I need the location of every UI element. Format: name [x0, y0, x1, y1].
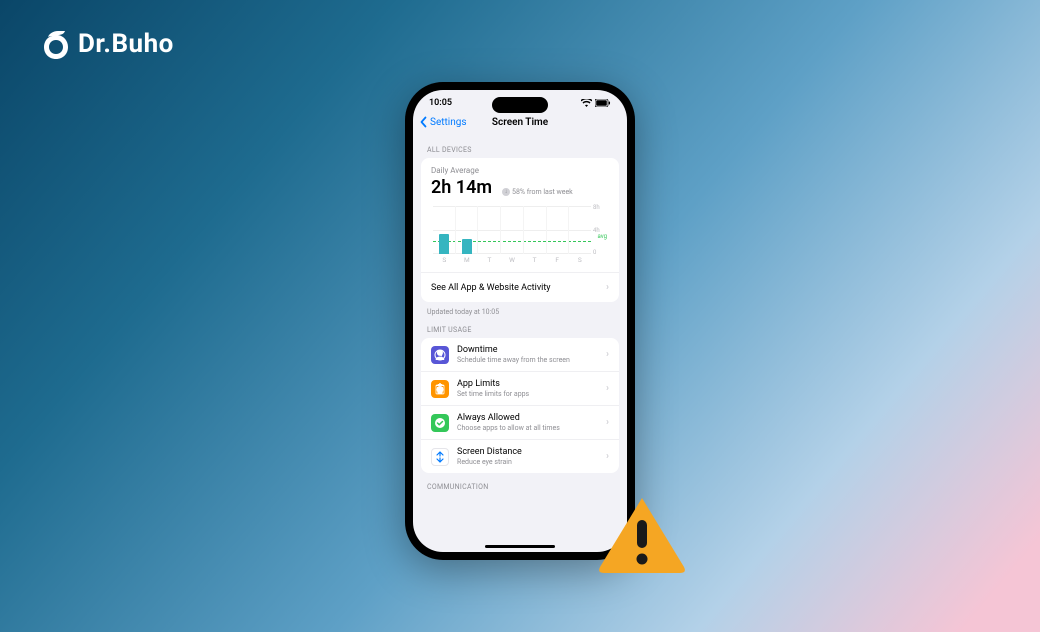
back-button[interactable]: Settings: [419, 116, 467, 128]
chart-bar: [569, 206, 591, 254]
daily-average-delta: ↓ 58% from last week: [502, 188, 573, 196]
limit-row-downtime[interactable]: DowntimeSchedule time away from the scre…: [421, 338, 619, 372]
wifi-icon: [581, 99, 592, 107]
updated-label: Updated today at 10:05: [421, 302, 619, 316]
chevron-right-icon: ›: [606, 349, 609, 360]
limit-row-applimits[interactable]: App LimitsSet time limits for apps ›: [421, 372, 619, 406]
daily-average-label: Daily Average: [431, 166, 609, 175]
always-icon: [431, 414, 449, 432]
phone-frame: 10:05 Settings Screen Time ALL DEVICES D…: [405, 82, 635, 560]
limit-usage-list: DowntimeSchedule time away from the scre…: [421, 338, 619, 473]
chevron-right-icon: ›: [606, 451, 609, 462]
row-title: App Limits: [457, 379, 598, 389]
section-limit-usage: LIMIT USAGE: [421, 316, 619, 338]
row-title: Downtime: [457, 345, 598, 355]
section-communication: COMMUNICATION: [421, 473, 619, 495]
chevron-right-icon: ›: [606, 383, 609, 394]
chevron-left-icon: [419, 116, 429, 128]
limit-row-always[interactable]: Always AllowedChoose apps to allow at al…: [421, 406, 619, 440]
applimits-icon: [431, 380, 449, 398]
down-arrow-icon: ↓: [502, 188, 510, 196]
avg-label: avg: [598, 233, 607, 240]
usage-chart: 8h 4h 0 avg SMTWTFS: [433, 206, 607, 268]
daily-average-card[interactable]: Daily Average 2h 14m ↓ 58% from last wee…: [421, 158, 619, 302]
back-label: Settings: [430, 117, 467, 128]
see-all-activity[interactable]: See All App & Website Activity ›: [421, 272, 619, 302]
chart-bar: [456, 206, 479, 254]
chart-bar: [433, 206, 456, 254]
chevron-right-icon: ›: [606, 417, 609, 428]
row-title: Screen Distance: [457, 447, 598, 457]
row-subtitle: Set time limits for apps: [457, 390, 598, 398]
chevron-right-icon: ›: [606, 282, 609, 293]
row-subtitle: Choose apps to allow at all times: [457, 424, 598, 432]
status-time: 10:05: [429, 98, 452, 108]
nav-header: Settings Screen Time: [413, 110, 627, 136]
owl-icon: [40, 28, 72, 60]
warning-icon: [597, 495, 687, 575]
row-subtitle: Reduce eye strain: [457, 458, 598, 466]
downtime-icon: [431, 346, 449, 364]
row-subtitle: Schedule time away from the screen: [457, 356, 598, 364]
dynamic-island: [492, 97, 548, 113]
chart-bar: [478, 206, 501, 254]
distance-icon: [431, 448, 449, 466]
chart-bar: [547, 206, 570, 254]
brand-logo: Dr.Buho: [40, 28, 174, 60]
page-title: Screen Time: [492, 117, 548, 128]
chart-bar: [501, 206, 524, 254]
brand-text: Dr.Buho: [78, 29, 174, 59]
section-all-devices: ALL DEVICES: [421, 136, 619, 158]
phone-screen: 10:05 Settings Screen Time ALL DEVICES D…: [413, 90, 627, 552]
limit-row-distance[interactable]: Screen DistanceReduce eye strain ›: [421, 440, 619, 473]
chart-bar: [524, 206, 547, 254]
home-indicator: [485, 545, 555, 548]
battery-icon: [595, 99, 611, 107]
row-title: Always Allowed: [457, 413, 598, 423]
daily-average-value: 2h 14m: [431, 177, 492, 198]
